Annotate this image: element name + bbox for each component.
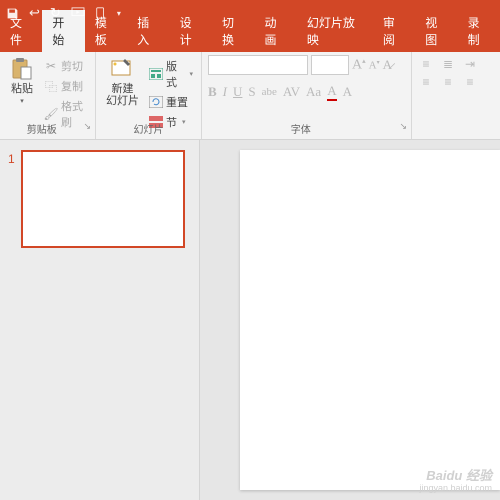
copy-icon: ⿻ [44,79,58,93]
copy-button[interactable]: ⿻复制 [42,77,89,95]
chevron-down-icon: ▾ [20,97,24,105]
font-size-input[interactable] [311,55,349,75]
font-name-input[interactable] [208,55,308,75]
slides-group-label: 幻灯片 [134,125,164,136]
tab-insert[interactable]: 插入 [127,10,169,52]
group-font: A▴ A▾ A̷ B I U S abe AV Aa A A 字体 ↘ [202,52,412,139]
ribbon-tabs: 文件 开始 模板 插入 设计 切换 动画 幻灯片放映 审阅 视图 录制 [0,26,500,52]
save-icon[interactable] [6,7,19,20]
highlight-button[interactable]: A [343,84,352,100]
slide[interactable] [240,150,500,490]
newslide-button[interactable]: 新建 幻灯片 [102,55,143,109]
clear-format-button[interactable]: A̷ [383,57,392,73]
clipboard-group-label: 剪贴板 [27,125,57,136]
tab-transition[interactable]: 切换 [212,10,254,52]
newslide-label: 新建 幻灯片 [106,83,139,107]
qat-dropdown-icon[interactable]: ▾ [117,9,121,18]
thumbnail-pane[interactable]: 1 [0,140,200,500]
reset-button[interactable]: 重置 [147,93,195,111]
align-left-button[interactable]: ≡ [418,75,434,89]
bold-button[interactable]: B [208,84,217,100]
layout-icon [149,67,163,81]
shadow-button[interactable]: abe [262,86,277,98]
touch-icon[interactable] [95,7,107,19]
group-clipboard: 粘贴 ▾ ✂剪切 ⿻复制 🖌格式刷 剪贴板↘ [0,52,96,139]
tab-review[interactable]: 审阅 [373,10,415,52]
redo-icon[interactable]: ↻ [50,5,61,21]
change-case-button[interactable]: Aa [306,84,321,100]
tab-view[interactable]: 视图 [415,10,457,52]
workarea: 1 Baidu 经验 jingyan.baidu.com [0,140,500,500]
align-center-button[interactable]: ≡ [440,75,456,89]
group-paragraph: ≡ ≣ ⇥ ≡ ≡ ≡ [412,52,488,139]
reset-icon [149,95,163,109]
slide-canvas[interactable]: Baidu 经验 jingyan.baidu.com [200,140,500,500]
cut-icon: ✂ [44,59,58,73]
slide-thumbnail-1[interactable]: 1 [8,150,191,248]
undo-icon[interactable]: ↩ [29,5,40,21]
font-color-button[interactable]: A [327,83,336,101]
decrease-font-button[interactable]: A▾ [369,59,380,72]
tab-record[interactable]: 录制 [458,10,500,52]
layout-button[interactable]: 版式▾ [147,57,195,91]
tab-animation[interactable]: 动画 [254,10,296,52]
spacing-button[interactable]: AV [283,84,300,100]
underline-button[interactable]: U [233,84,242,100]
bullets-button[interactable]: ≡ [418,57,434,71]
numbering-button[interactable]: ≣ [440,57,456,71]
paste-button[interactable]: 粘贴 ▾ [6,55,38,107]
strike-button[interactable]: S [248,84,255,100]
dialog-launcher-icon[interactable]: ↘ [399,121,407,132]
cut-button[interactable]: ✂剪切 [42,57,89,75]
newslide-icon [111,57,135,81]
paste-icon [10,57,34,81]
increase-font-button[interactable]: A▴ [352,57,366,74]
slide-thumb-preview [21,150,185,248]
tab-design[interactable]: 设计 [170,10,212,52]
slide-number: 1 [8,150,15,248]
group-slides: 新建 幻灯片 版式▾ 重置 节▾ 幻灯片 [96,52,202,139]
dialog-launcher-icon[interactable]: ↘ [83,121,91,132]
ribbon: 粘贴 ▾ ✂剪切 ⿻复制 🖌格式刷 剪贴板↘ 新建 幻灯片 版式▾ 重置 节▾ … [0,52,500,140]
paste-label: 粘贴 [11,83,33,95]
font-group-label: 字体 [291,125,311,136]
watermark: Baidu 经验 jingyan.baidu.com [419,470,492,494]
italic-button[interactable]: I [223,84,227,100]
indent-button[interactable]: ⇥ [462,57,478,71]
align-right-button[interactable]: ≡ [462,75,478,89]
present-icon[interactable] [71,7,85,19]
tab-slideshow[interactable]: 幻灯片放映 [297,10,373,52]
